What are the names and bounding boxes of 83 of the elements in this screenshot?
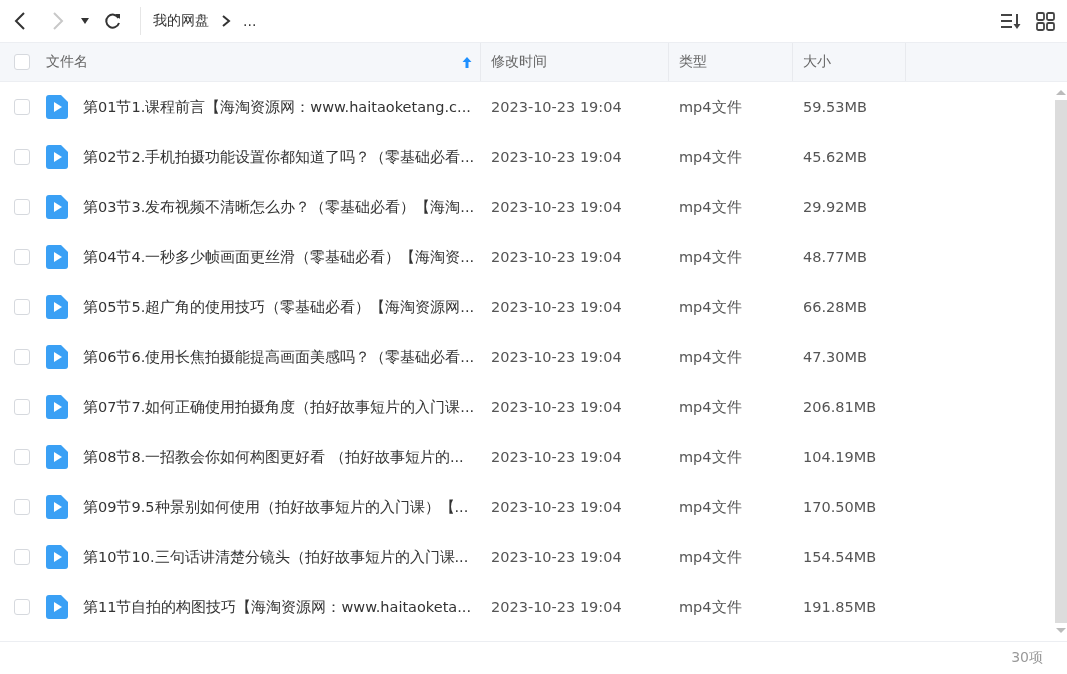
modified-time: 2023-10-23 19:04 (491, 349, 622, 365)
checkbox[interactable] (14, 449, 30, 465)
file-size: 48.77MB (803, 249, 867, 265)
file-type: mp4文件 (679, 497, 742, 517)
file-name[interactable]: 第06节6.使用长焦拍摄能提高画面美感吗？（零基础必看... (83, 347, 475, 367)
video-file-icon (46, 195, 68, 219)
file-type: mp4文件 (679, 547, 742, 567)
file-name[interactable]: 第01节1.课程前言【海淘资源网：www.haitaoketang.c... (83, 97, 471, 117)
file-name[interactable]: 第07节7.如何正确使用拍摄角度（拍好故事短片的入门课... (83, 397, 475, 417)
modified-time: 2023-10-23 19:04 (491, 499, 622, 515)
video-file-icon (46, 345, 68, 369)
modified-time: 2023-10-23 19:04 (491, 449, 622, 465)
checkbox[interactable] (14, 499, 30, 515)
scroll-up-icon[interactable] (1055, 88, 1067, 96)
video-file-icon (46, 545, 68, 569)
file-size: 104.19MB (803, 449, 877, 465)
file-type: mp4文件 (679, 447, 742, 467)
file-name[interactable]: 第08节8.一招教会你如何构图更好看 （拍好故事短片的... (83, 447, 464, 467)
file-type: mp4文件 (679, 347, 742, 367)
file-size: 154.54MB (803, 549, 877, 565)
file-type: mp4文件 (679, 597, 742, 617)
dropdown-caret-icon[interactable] (80, 17, 90, 25)
video-file-icon (46, 445, 68, 469)
modified-time: 2023-10-23 19:04 (491, 199, 622, 215)
checkbox[interactable] (14, 54, 30, 70)
chevron-icon (221, 14, 231, 28)
checkbox[interactable] (14, 349, 30, 365)
file-type: mp4文件 (679, 147, 742, 167)
breadcrumb-item[interactable]: ... (243, 13, 257, 29)
sort-arrow-icon[interactable] (462, 55, 472, 69)
checkbox[interactable] (14, 149, 30, 165)
file-size: 191.85MB (803, 599, 877, 615)
sort-list-icon[interactable] (1000, 11, 1022, 31)
breadcrumb-item[interactable]: 我的网盘 (153, 12, 209, 30)
video-file-icon (46, 395, 68, 419)
column-header[interactable]: 修改时间 (481, 43, 669, 81)
file-size: 66.28MB (803, 299, 867, 315)
checkbox[interactable] (14, 599, 30, 615)
checkbox[interactable] (14, 249, 30, 265)
file-size: 170.50MB (803, 499, 877, 515)
column-header[interactable]: 类型 (669, 43, 793, 81)
modified-time: 2023-10-23 19:04 (491, 549, 622, 565)
file-type: mp4文件 (679, 197, 742, 217)
checkbox[interactable] (14, 199, 30, 215)
modified-time: 2023-10-23 19:04 (491, 149, 622, 165)
video-file-icon (46, 145, 68, 169)
file-size: 206.81MB (803, 399, 877, 415)
grid-view-icon[interactable] (1036, 11, 1055, 31)
scroll-down-icon[interactable] (1055, 627, 1067, 635)
file-name[interactable]: 第11节自拍的构图技巧【海淘资源网：www.haitaoketa... (83, 597, 472, 617)
video-file-icon (46, 245, 68, 269)
video-file-icon (46, 295, 68, 319)
checkbox[interactable] (14, 549, 30, 565)
file-name[interactable]: 第02节2.手机拍摄功能设置你都知道了吗？（零基础必看... (83, 147, 475, 167)
file-name[interactable]: 第10节10.三句话讲清楚分镜头（拍好故事短片的入门课... (83, 547, 469, 567)
video-file-icon (46, 95, 68, 119)
file-size: 29.92MB (803, 199, 867, 215)
modified-time: 2023-10-23 19:04 (491, 299, 622, 315)
file-type: mp4文件 (679, 247, 742, 267)
file-name[interactable]: 第04节4.一秒多少帧画面更丝滑（零基础必看）【海淘资... (83, 247, 475, 267)
modified-time: 2023-10-23 19:04 (491, 99, 622, 115)
file-type: mp4文件 (679, 397, 742, 417)
file-name[interactable]: 第05节5.超广角的使用技巧（零基础必看）【海淘资源网... (83, 297, 475, 317)
file-type: mp4文件 (679, 97, 742, 117)
file-size: 45.62MB (803, 149, 867, 165)
file-name[interactable]: 第03节3.发布视频不清晰怎么办？（零基础必看）【海淘... (83, 197, 475, 217)
file-name[interactable]: 第09节9.5种景别如何使用（拍好故事短片的入门课）【... (83, 497, 469, 517)
file-size: 59.53MB (803, 99, 867, 115)
file-size: 47.30MB (803, 349, 867, 365)
modified-time: 2023-10-23 19:04 (491, 599, 622, 615)
item-count: 30项 (1011, 649, 1043, 667)
checkbox[interactable] (14, 299, 30, 315)
column-header[interactable]: 文件名 (40, 43, 481, 81)
column-header[interactable]: 大小 (793, 43, 906, 81)
file-type: mp4文件 (679, 297, 742, 317)
video-file-icon (46, 595, 68, 619)
refresh-icon[interactable] (104, 12, 122, 30)
checkbox[interactable] (14, 99, 30, 115)
video-file-icon (46, 495, 68, 519)
modified-time: 2023-10-23 19:04 (491, 249, 622, 265)
checkbox[interactable] (14, 399, 30, 415)
scrollbar-thumb[interactable] (1055, 100, 1067, 623)
modified-time: 2023-10-23 19:04 (491, 399, 622, 415)
